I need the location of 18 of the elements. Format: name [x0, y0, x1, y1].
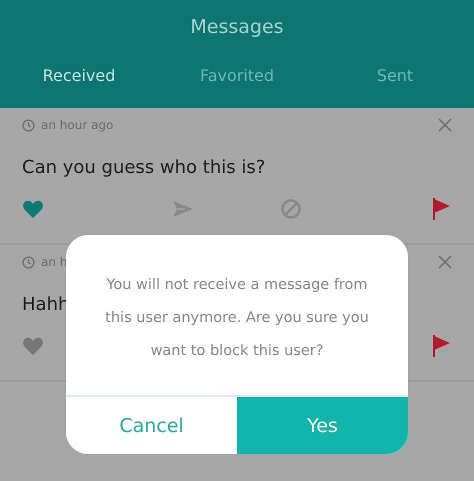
confirm-button[interactable]: Yes [237, 397, 408, 454]
screen-title: Messages [190, 16, 284, 38]
clock-icon [22, 118, 35, 132]
flag-icon[interactable] [432, 197, 452, 221]
message-time: an hour ago [41, 118, 114, 132]
message-text: Can you guess who this is? [22, 157, 266, 178]
close-icon[interactable] [438, 255, 452, 269]
block-icon[interactable] [280, 198, 302, 220]
tab[interactable]: Received [36, 62, 122, 89]
clock-icon [22, 256, 35, 268]
dialog-message: You will not receive a message from this user anymore. Are you sure you want to block this user? [104, 276, 370, 360]
heart-icon[interactable] [22, 199, 44, 219]
tab[interactable]: Sent [370, 62, 420, 89]
tab[interactable]: Favorited [194, 62, 280, 89]
heart-icon[interactable] [22, 336, 44, 356]
flag-icon[interactable] [432, 334, 452, 358]
close-icon[interactable] [438, 118, 452, 132]
send-icon[interactable] [172, 199, 194, 219]
